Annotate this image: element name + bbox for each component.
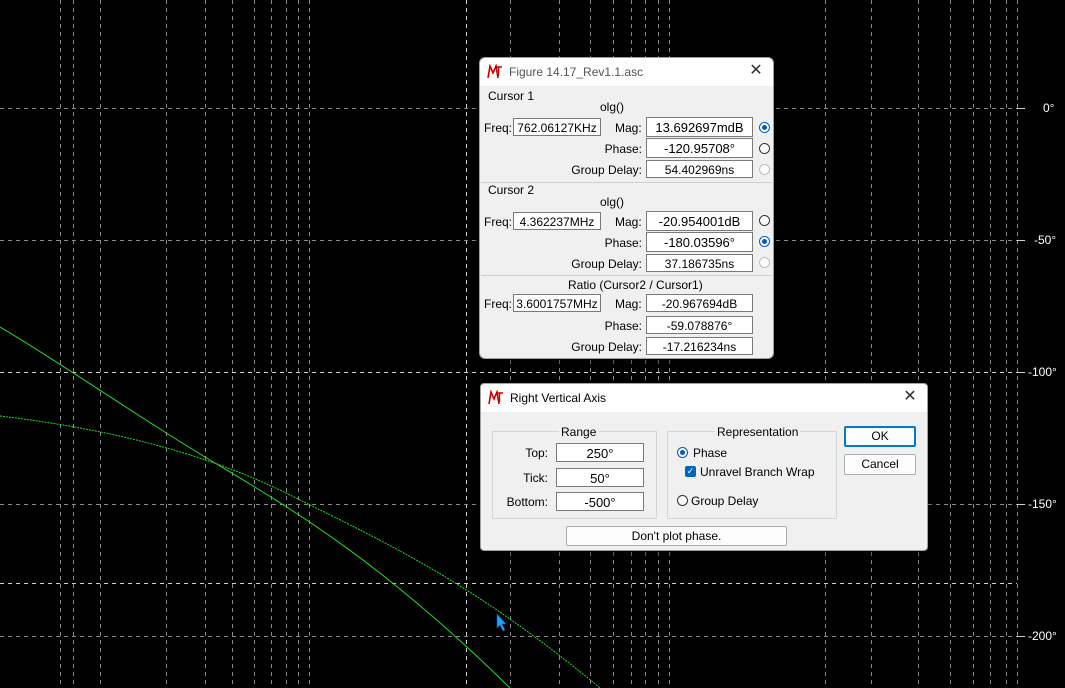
cursor2-header: Cursor 2 (488, 183, 535, 197)
ratio-gd-label: Group Delay: (571, 340, 642, 354)
cursor2-gd-radio[interactable] (759, 257, 770, 268)
cursor-readout-dialog: Figure 14.17_Rev1.1.asc ✕ Cursor 1 olg()… (479, 57, 774, 359)
cursor1-header: Cursor 1 (488, 89, 535, 103)
close-icon[interactable]: ✕ (747, 62, 765, 80)
cursor1-gd-radio[interactable] (759, 164, 770, 175)
ok-button[interactable]: OK (844, 426, 916, 447)
axis-label-minus200: -200° (1028, 629, 1057, 643)
representation-header: Representation (715, 425, 801, 439)
ratio-phase-label: Phase: (604, 319, 642, 333)
cursor2-mag-label: Mag: (615, 215, 642, 229)
axis-label-minus150: -150° (1028, 497, 1057, 511)
cursor2-gd-label: Group Delay: (571, 257, 642, 271)
phase-radio[interactable] (677, 447, 688, 458)
cursor1-freq-field[interactable]: 762.06127KHz (513, 118, 601, 136)
range-header: Range (559, 425, 599, 439)
right-vertical-axis-dialog: Right Vertical Axis ✕ Range Top: 250° Ti… (480, 383, 928, 551)
ratio-freq-field[interactable]: 3.6001757MHz (513, 294, 601, 312)
ltspice-logo-icon (488, 390, 503, 405)
unravel-checkbox-label[interactable]: Unravel Branch Wrap (700, 465, 815, 479)
cursor1-freq-label: Freq: (484, 121, 513, 135)
tick-marks (1017, 108, 1025, 637)
mouse-pointer-icon (496, 613, 507, 632)
cursor2-phase-field[interactable]: -180.03596° (646, 232, 753, 252)
cursor2-gd-field[interactable]: 37.186735ns (646, 254, 753, 272)
axis-dialog-title: Right Vertical Axis (510, 391, 607, 405)
range-bottom-input[interactable]: -500° (556, 492, 644, 511)
cursor2-mag-field[interactable]: -20.954001dB (646, 211, 753, 231)
range-bottom-label: Bottom: (506, 495, 548, 509)
range-top-label: Top: (525, 446, 548, 460)
cursor-dialog-title: Figure 14.17_Rev1.1.asc (509, 65, 644, 79)
cursor1-mag-label: Mag: (615, 121, 642, 135)
group-delay-radio-label[interactable]: Group Delay (691, 494, 758, 508)
phase-radio-label[interactable]: Phase (693, 446, 727, 460)
ltspice-logo-icon (487, 64, 502, 79)
separator (481, 275, 772, 276)
axis-label-minus50: -50° (1034, 233, 1057, 247)
ratio-phase-field[interactable]: -59.078876° (646, 316, 753, 334)
cursor-dialog-titlebar[interactable]: Figure 14.17_Rev1.1.asc ✕ (480, 58, 773, 86)
cursor1-gd-label: Group Delay: (571, 163, 642, 177)
axis-dialog-titlebar[interactable]: Right Vertical Axis ✕ (481, 384, 927, 412)
ratio-freq-label: Freq: (484, 297, 513, 311)
cursor2-mag-radio[interactable] (759, 215, 770, 226)
axis-label-minus100: -100° (1028, 365, 1057, 379)
ratio-mag-field[interactable]: -20.967694dB (646, 294, 753, 312)
close-icon[interactable]: ✕ (901, 388, 919, 406)
range-tick-label: Tick: (523, 471, 548, 485)
cancel-button[interactable]: Cancel (844, 454, 916, 475)
unravel-checkbox[interactable]: ✓ (685, 466, 696, 477)
range-top-input[interactable]: 250° (556, 443, 644, 462)
axis-label-0: 0° (1043, 101, 1055, 115)
cursor1-mag-field[interactable]: 13.692697mdB (646, 117, 753, 137)
range-tick-input[interactable]: 50° (556, 468, 644, 487)
dont-plot-phase-button[interactable]: Don't plot phase. (566, 526, 787, 546)
cursor2-freq-label: Freq: (484, 215, 513, 229)
ratio-header: Ratio (Cursor2 / Cursor1) (568, 278, 703, 292)
cursor1-mag-radio[interactable] (759, 122, 770, 133)
cursor1-phase-label: Phase: (604, 142, 642, 156)
cursor1-phase-field[interactable]: -120.95708° (646, 138, 753, 158)
cursor1-gd-field[interactable]: 54.402969ns (646, 160, 753, 178)
cursor2-phase-label: Phase: (604, 236, 642, 250)
cursor1-phase-radio[interactable] (759, 143, 770, 154)
group-delay-radio[interactable] (677, 495, 688, 506)
ratio-mag-label: Mag: (615, 297, 642, 311)
ratio-gd-field[interactable]: -17.216234ns (646, 337, 753, 355)
cursor2-freq-field[interactable]: 4.362237MHz (513, 212, 601, 230)
cursor2-expr: olg() (600, 195, 625, 209)
cursor2-phase-radio[interactable] (759, 236, 770, 247)
cursor1-expr: olg() (600, 100, 625, 114)
